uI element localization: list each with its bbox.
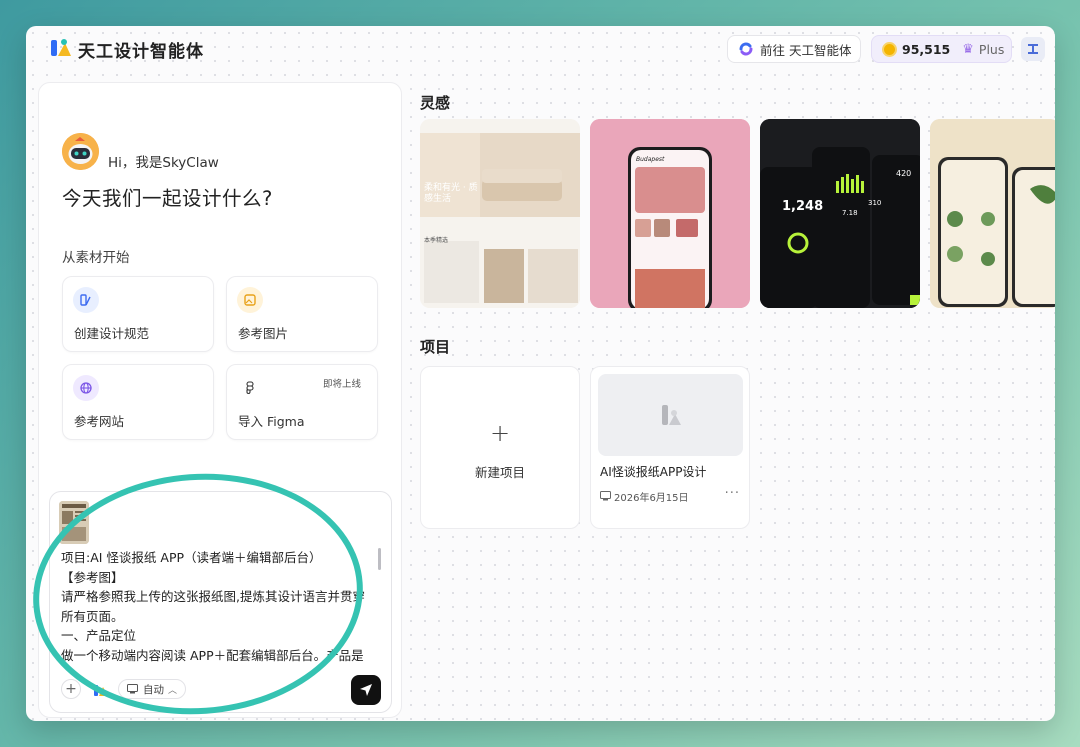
credits-plan-badge[interactable]: 95,515 ♛ Plus <box>871 35 1012 63</box>
add-attachment-button[interactable]: + <box>61 679 81 699</box>
card-label: 创建设计规范 <box>74 326 150 341</box>
headline: 今天我们一起设计什么? <box>62 187 273 210</box>
robot-icon <box>62 133 99 170</box>
card-create-design-spec[interactable]: 创建设计规范 <box>62 276 214 352</box>
agent-swirl-icon <box>739 42 753 56</box>
assistant-avatar <box>62 133 99 170</box>
coin-icon <box>882 41 897 57</box>
new-project-card[interactable]: + 新建项目 <box>420 366 580 529</box>
project-date: 2026年6月15日 <box>614 493 689 504</box>
card-reference-website[interactable]: 参考网站 <box>62 364 214 440</box>
prompt-line: 做一个移动端内容阅读 APP＋配套编辑部后台。产品是 <box>61 647 364 663</box>
prompt-line: 请严格参照我上传的这张报纸图,提炼其设计语言并贯穿 <box>61 589 365 605</box>
project-card[interactable]: AI怪谈报纸APP设计 2026年6月15日 ··· <box>590 366 750 529</box>
inspiration-card-home-interior[interactable]: 柔和有光 · 质感生活 本季精选 <box>420 119 580 308</box>
projects-title: 项目 <box>420 338 451 356</box>
prompt-text[interactable]: 项目:AI 怪谈报纸 APP（读者端＋编辑部后台） 【参考图】 请严格参照我上传… <box>61 548 374 670</box>
send-icon <box>360 684 372 696</box>
plan-label: Plus <box>978 41 1005 57</box>
new-project-label: 新建项目 <box>474 465 525 480</box>
app-window: 天工设计智能体 前往 天工智能体 95,515 ♛ Plus Hi，我是SkyC… <box>26 26 1055 721</box>
prompt-line: 项目:AI 怪谈报纸 APP（读者端＋编辑部后台） <box>61 550 322 565</box>
monitor-icon <box>127 684 138 694</box>
placeholder-logo-icon <box>661 405 681 425</box>
metric-2: 420 <box>896 169 912 178</box>
chat-panel: Hi，我是SkyClaw 今天我们一起设计什么? 从素材开始 创建设计规范 参考… <box>38 82 402 718</box>
monitor-icon <box>600 491 611 501</box>
credits-count: 95,515 <box>902 41 951 57</box>
goto-agent-label: 前往 天工智能体 <box>760 42 852 58</box>
inspiration-title: 灵感 <box>420 94 451 112</box>
more-options-icon[interactable]: ··· <box>725 486 740 501</box>
prompt-scrollbar[interactable] <box>378 548 381 570</box>
app-logo-icon <box>51 39 71 56</box>
mode-label: 自动 <box>143 683 164 696</box>
design-spec-icon <box>73 287 99 313</box>
sidebar-toggle-icon <box>1028 44 1038 54</box>
metric-4: 7.18 <box>842 209 858 217</box>
metric-1: 1,248 <box>782 199 824 214</box>
prompt-line: 所有页面。 <box>61 608 124 624</box>
card-label: 参考网站 <box>74 414 125 429</box>
card-reference-image[interactable]: 参考图片 <box>226 276 378 352</box>
card-label: 导入 Figma <box>238 414 305 429</box>
start-from-assets-label: 从素材开始 <box>62 250 130 266</box>
brand-tool-icon[interactable] <box>93 682 109 698</box>
mode-select[interactable]: 自动 ︿ <box>118 679 187 699</box>
coming-soon-badge: 即将上线 <box>322 379 361 390</box>
section-text: 本季精选 <box>424 237 449 244</box>
crown-icon: ♛ <box>962 41 974 57</box>
figma-icon <box>237 375 263 401</box>
project-thumbnail <box>598 374 743 456</box>
sidebar-toggle-button[interactable] <box>1021 37 1045 61</box>
card-label: 参考图片 <box>238 326 289 341</box>
prompt-line: 【参考图】 <box>61 569 124 585</box>
globe-icon <box>73 375 99 401</box>
top-bar: 天工设计智能体 前往 天工智能体 95,515 ♛ Plus <box>26 26 1055 70</box>
attached-image-thumbnail[interactable] <box>59 501 89 544</box>
plus-icon: + <box>489 419 511 447</box>
app-title: 天工设计智能体 <box>78 42 204 62</box>
goto-agent-button[interactable]: 前往 天工智能体 <box>727 35 861 63</box>
metric-3: 310 <box>868 199 882 207</box>
inspiration-card-budapest[interactable]: Budapest <box>590 119 750 308</box>
prompt-input-box[interactable]: 项目:AI 怪谈报纸 APP（读者端＋编辑部后台） 【参考图】 请严格参照我上传… <box>49 491 392 713</box>
project-name: AI怪谈报纸APP设计 <box>600 465 707 479</box>
chevron-up-icon: ︿ <box>168 685 178 696</box>
app-name: Budapest <box>636 156 665 163</box>
send-button[interactable] <box>351 675 381 705</box>
image-icon <box>237 287 263 313</box>
inspiration-card-plant-care[interactable] <box>930 119 1055 308</box>
inspiration-card-fitness[interactable]: 1,248 420 310 7.18 <box>760 119 920 308</box>
banner-text: 柔和有光 · 质感生活 <box>424 183 478 204</box>
greeting-text: Hi，我是SkyClaw <box>108 155 219 171</box>
prompt-line: 一、产品定位 <box>61 628 137 644</box>
card-import-figma[interactable]: 即将上线 导入 Figma <box>226 364 378 440</box>
